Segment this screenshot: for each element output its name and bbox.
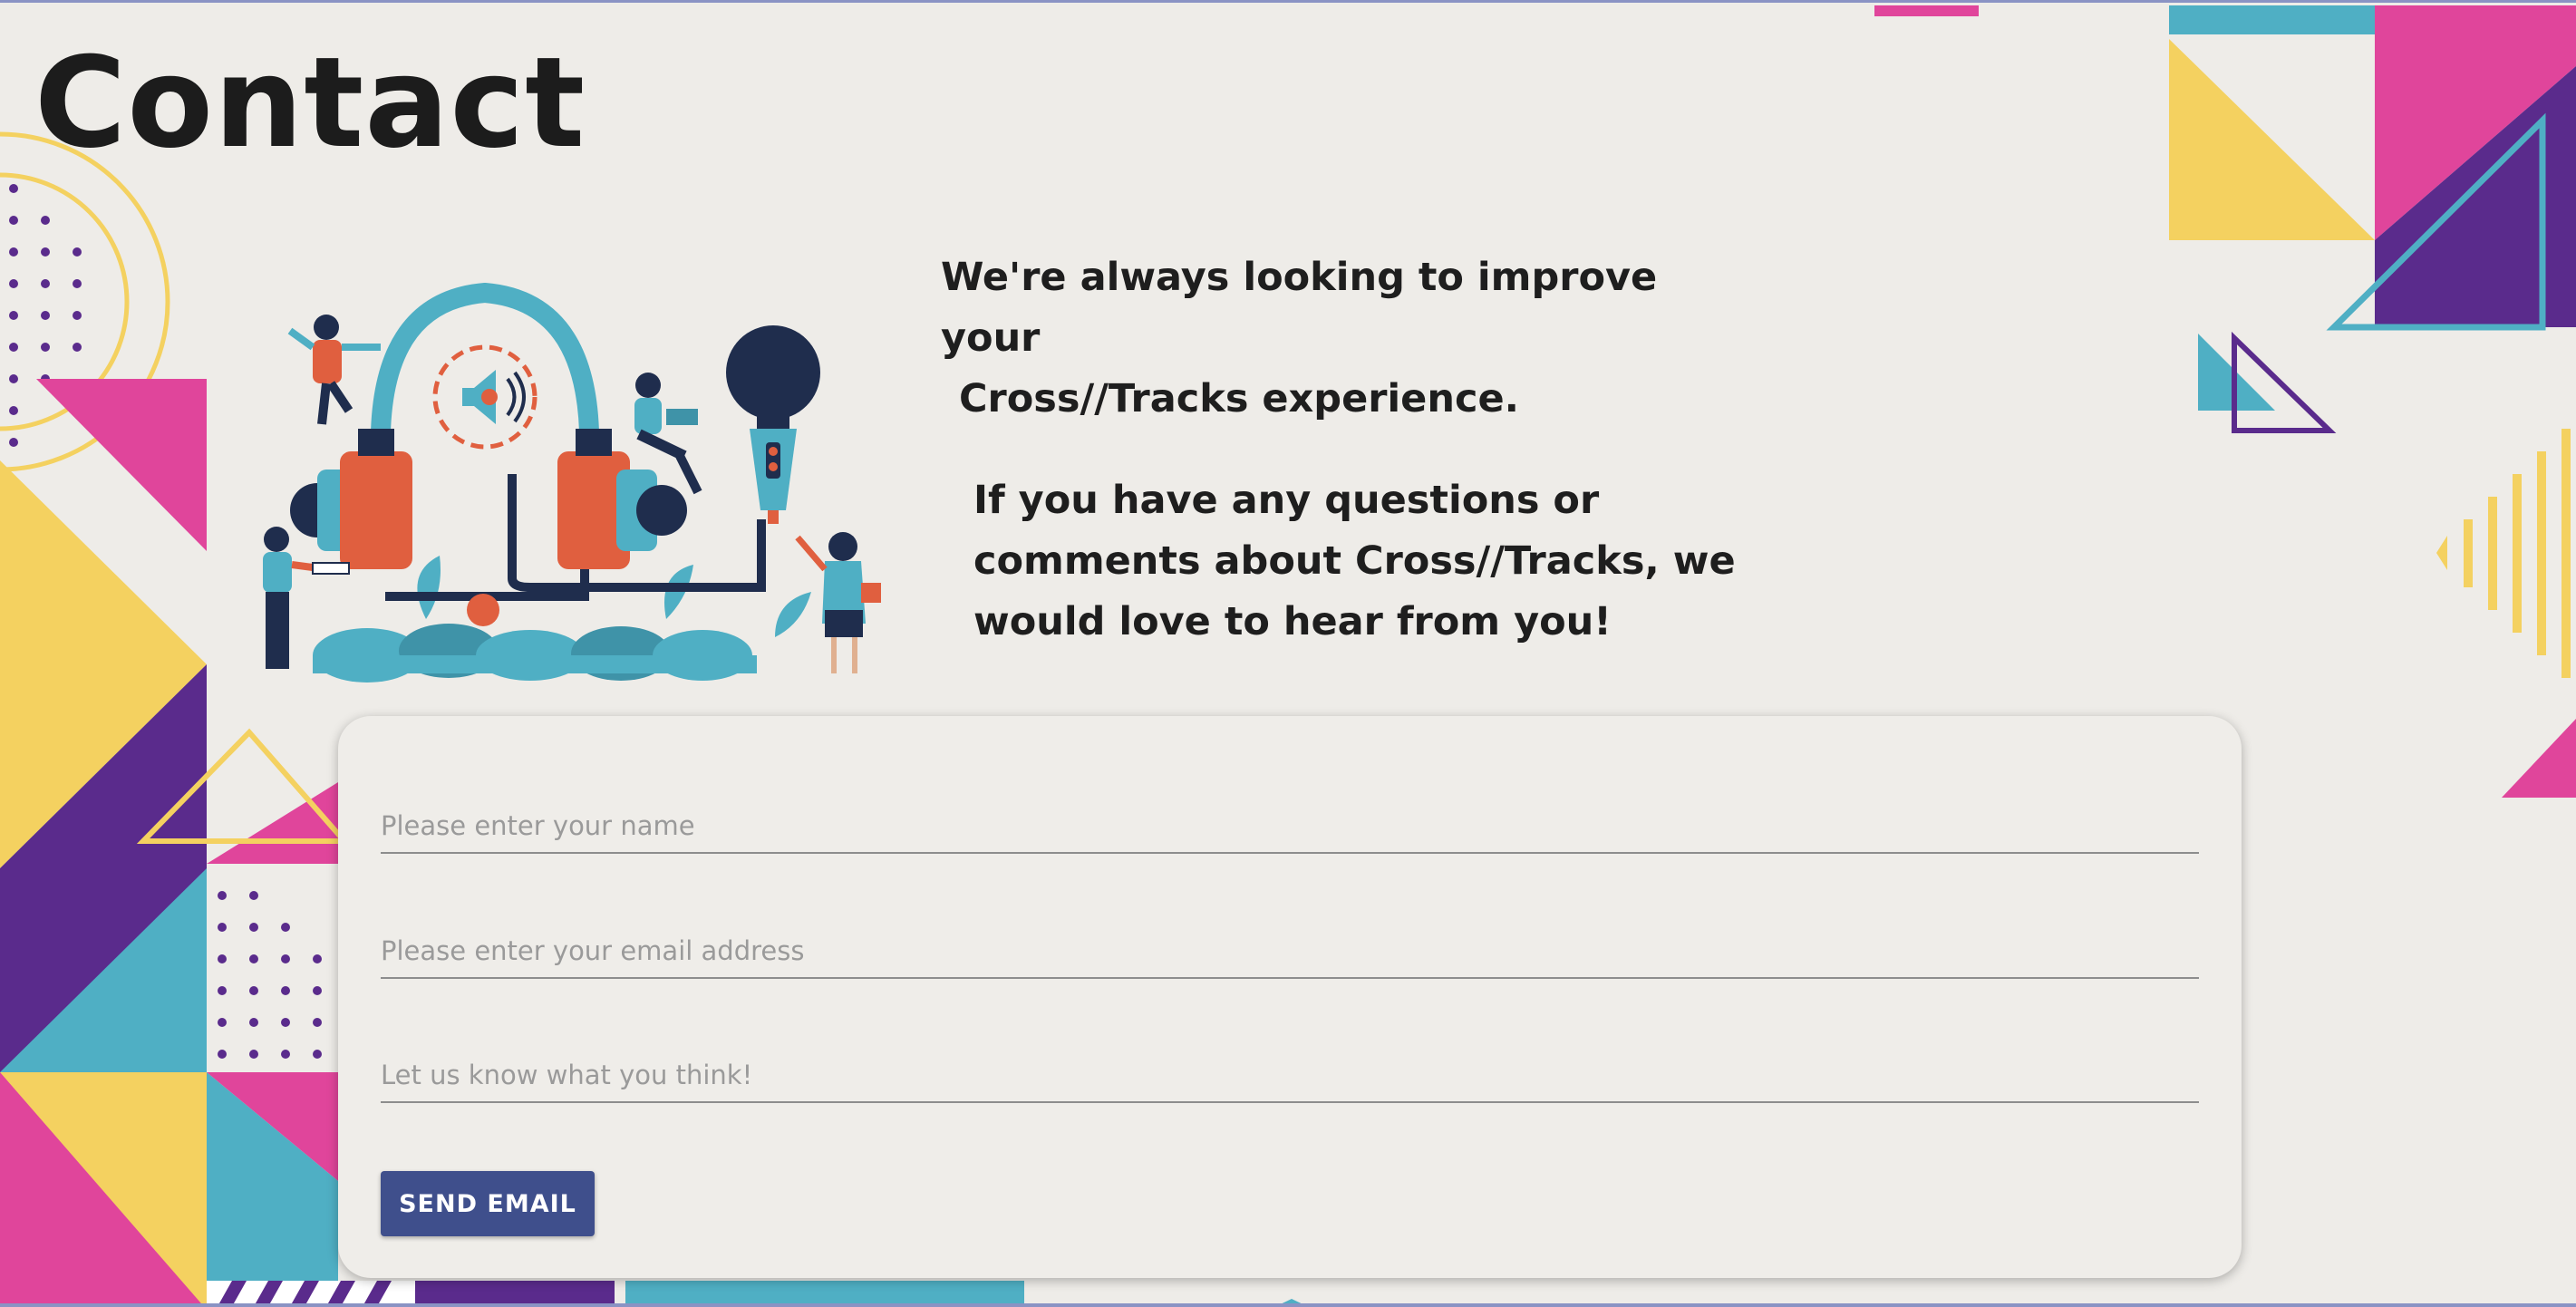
intro-paragraph-2: If you have any questions or comments ab… xyxy=(973,478,1736,644)
page-title: Contact xyxy=(34,30,586,176)
music-illustration xyxy=(263,282,881,683)
pink-small-triangle xyxy=(207,782,338,864)
contact-form: SEND EMAIL xyxy=(338,716,2242,1278)
headphones-icon xyxy=(370,282,600,457)
intro-text: We're always looking to improve your Cro… xyxy=(941,247,1757,653)
name-input[interactable] xyxy=(381,810,2199,841)
intro-line-2: Cross//Tracks experience. xyxy=(959,376,1519,421)
foliage xyxy=(313,556,811,683)
person-top-left xyxy=(287,315,381,425)
pink-top-bar xyxy=(1874,5,1979,16)
pink-right-edge-triangle xyxy=(2502,719,2576,798)
message-input[interactable] xyxy=(381,1060,2199,1090)
message-field-container xyxy=(381,1038,2199,1103)
left-earcup xyxy=(290,429,412,569)
speaker-icon xyxy=(432,344,537,450)
person-right-standing xyxy=(795,532,881,673)
bottom-border xyxy=(0,1303,2576,1307)
cable-plug xyxy=(467,594,499,626)
send-email-button[interactable]: SEND EMAIL xyxy=(381,1171,595,1236)
name-field-container xyxy=(381,789,2199,854)
dot-grid-lower-decoration xyxy=(218,891,322,1059)
teal-top-bar xyxy=(2169,5,2375,34)
intro-line-1: We're always looking to improve your xyxy=(941,255,1658,361)
microphone-icon xyxy=(726,325,820,524)
yellow-striped-triangle xyxy=(2436,429,2571,678)
yellow-top-right-triangle xyxy=(2169,39,2375,240)
email-field-container xyxy=(381,914,2199,979)
email-input[interactable] xyxy=(381,935,2199,966)
contact-page: Contact We're always looking to improve … xyxy=(0,0,2576,1307)
